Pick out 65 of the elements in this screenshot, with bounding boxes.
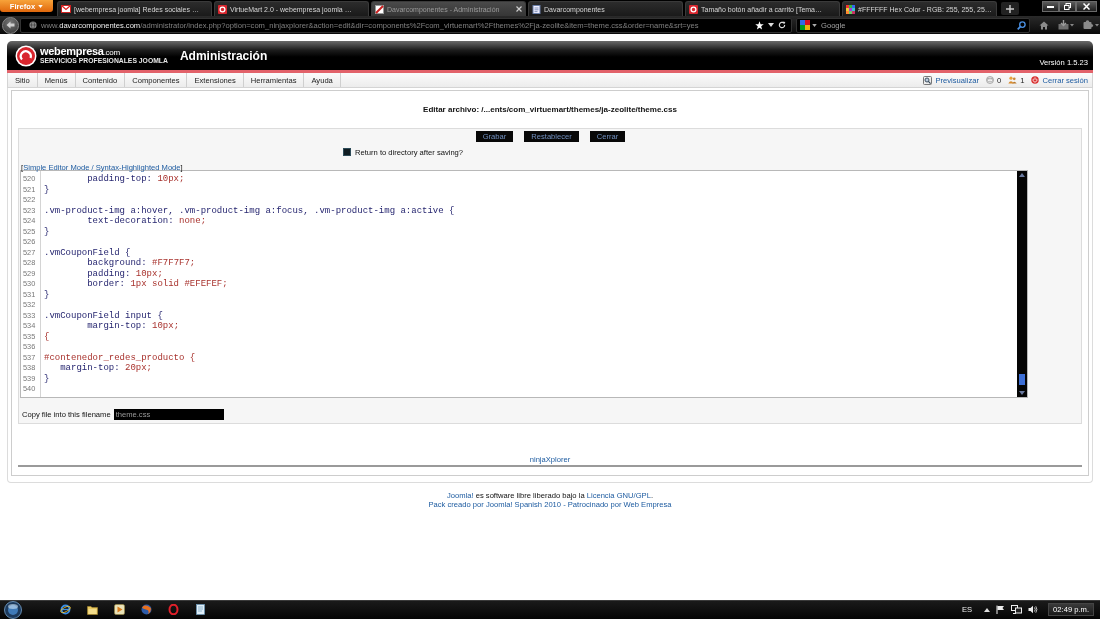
page-icon <box>375 4 384 14</box>
code-line: .vmCouponField { <box>44 247 131 258</box>
restore-icon <box>1064 3 1071 10</box>
triangle-icon[interactable] <box>984 607 991 612</box>
reload-icon[interactable] <box>778 21 786 29</box>
minimize-icon <box>1047 5 1054 8</box>
folder-icon[interactable] <box>87 604 98 615</box>
code-line: } <box>44 226 50 237</box>
network-icon[interactable] <box>1011 605 1023 614</box>
close-button[interactable] <box>1076 1 1097 12</box>
code-line: margin-top: 20px; <box>60 363 152 374</box>
flag-icon[interactable] <box>996 605 1006 614</box>
notepad-icon[interactable] <box>195 604 206 615</box>
new-tab-button[interactable] <box>1001 2 1019 15</box>
envelope-badge-icon <box>985 76 994 84</box>
close-icon[interactable] <box>516 6 522 12</box>
code-line: padding: 10px; <box>87 268 163 279</box>
scrollbar[interactable] <box>1017 171 1027 397</box>
media-player-icon[interactable] <box>114 604 125 615</box>
power-icon <box>1031 76 1040 84</box>
magnifier-icon <box>923 75 933 85</box>
ring-icon[interactable] <box>168 604 179 615</box>
download-tray-icon[interactable] <box>1058 20 1074 30</box>
restore-button[interactable] <box>1059 1 1076 12</box>
plus-icon <box>1006 4 1014 13</box>
caret-icon[interactable] <box>768 23 774 27</box>
code-line: margin-top: 10px; <box>87 321 180 332</box>
color-grid-icon <box>846 4 855 14</box>
code-line: .vm-product-img a:hover, .vm-product-img a:focus, .vm-product-img a:active { <box>44 205 455 216</box>
start-orb-icon[interactable] <box>4 600 22 619</box>
code-line: } <box>44 184 50 195</box>
caret-icon <box>38 4 44 8</box>
search-icon[interactable] <box>1017 20 1026 30</box>
minimize-button[interactable] <box>1042 1 1059 12</box>
people-icon <box>1008 76 1018 84</box>
code-line: .vmCouponField input { <box>44 310 163 321</box>
code-line: { <box>44 331 50 342</box>
speaker-icon[interactable] <box>1028 605 1039 614</box>
logo-icon <box>15 44 37 67</box>
caret-icon[interactable] <box>812 23 817 27</box>
star-icon[interactable] <box>755 20 764 30</box>
document-icon <box>532 4 541 14</box>
code-line: } <box>44 373 50 384</box>
file-heading: Editar archivo: /...ents/com_virtuemart/themes/ja-zeolite/theme.css <box>423 105 677 114</box>
logo-tile-icon <box>218 4 227 14</box>
globe-icon <box>29 21 37 29</box>
close-icon <box>1083 3 1090 10</box>
home-icon[interactable] <box>1039 20 1049 30</box>
checkbox[interactable] <box>343 148 351 156</box>
puzzle-icon[interactable] <box>1083 20 1099 30</box>
code-line: #contenedor_redes_producto { <box>44 352 196 363</box>
code-editor[interactable] <box>20 170 1028 398</box>
page-title: Administración <box>179 48 268 63</box>
back-button[interactable] <box>2 16 19 34</box>
globe-icon[interactable] <box>141 604 152 615</box>
code-line: border: 1px solid #EFEFEF; <box>87 279 228 290</box>
code-line: padding-top: 10px; <box>87 174 185 185</box>
code-line: background: #F7F7F7; <box>87 258 196 269</box>
logo-tile-icon <box>689 4 698 14</box>
back-arrow-icon <box>6 21 15 29</box>
brand-name: webempresa.com <box>40 46 120 58</box>
envelope-icon <box>61 5 71 13</box>
code-line: text-decoration: none; <box>87 216 207 227</box>
code-line: } <box>44 289 50 300</box>
browser-icon[interactable] <box>60 604 71 615</box>
